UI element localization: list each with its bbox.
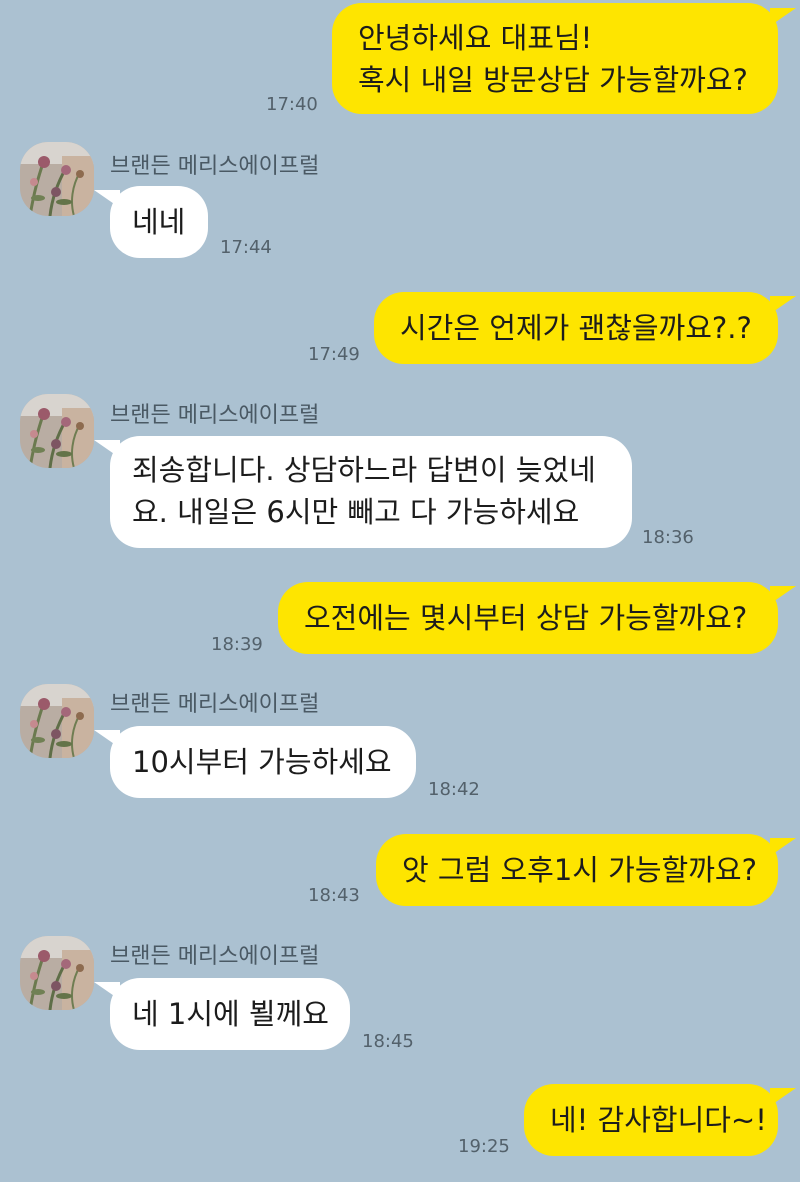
message-line: 요. 내일은 6시만 빼고 다 가능하세요 (132, 495, 580, 529)
contact-avatar[interactable] (20, 142, 94, 216)
bubble-tail (770, 296, 796, 314)
contact-avatar[interactable] (20, 684, 94, 758)
message-line: 시간은 언제가 괜찮을까요?.? (400, 311, 752, 345)
message-line: 안녕하세요 대표님! (358, 21, 593, 55)
flower-photo-avatar-icon (20, 394, 94, 468)
bubble-tail (94, 730, 120, 748)
sender-name: 브랜든 메리스에이프럴 (110, 944, 320, 969)
bubble-tail (770, 838, 796, 856)
message-bubble-sent[interactable]: 앗 그럼 오후1시 가능할까요? (376, 834, 778, 906)
flower-photo-avatar-icon (20, 684, 94, 758)
message-bubble-received[interactable]: 네 1시에 뵐께요 (110, 978, 350, 1050)
message-line: 10시부터 가능하세요 (132, 745, 392, 779)
message-timestamp: 18:39 (211, 634, 263, 655)
message-timestamp: 18:42 (428, 779, 480, 800)
message-line: 네 1시에 뵐께요 (132, 997, 329, 1031)
bubble-tail (94, 982, 120, 1000)
message-line: 네! 감사합니다~! (550, 1103, 767, 1137)
message-line: 오전에는 몇시부터 상담 가능할까요? (304, 601, 748, 635)
message-line: 네네 (132, 205, 186, 239)
message-bubble-sent[interactable]: 안녕하세요 대표님! 혹시 내일 방문상담 가능할까요? (332, 3, 778, 114)
message-bubble-received[interactable]: 10시부터 가능하세요 (110, 726, 416, 798)
message-bubble-received[interactable]: 죄송합니다. 상담하느라 답변이 늦었네 요. 내일은 6시만 빼고 다 가능하… (110, 436, 632, 548)
sender-name: 브랜든 메리스에이프럴 (110, 154, 320, 179)
flower-photo-avatar-icon (20, 936, 94, 1010)
sender-name: 브랜든 메리스에이프럴 (110, 692, 320, 717)
message-timestamp: 17:49 (308, 344, 360, 365)
bubble-tail (770, 1088, 796, 1106)
sender-name: 브랜든 메리스에이프럴 (110, 403, 320, 428)
message-bubble-received[interactable]: 네네 (110, 186, 208, 258)
contact-avatar[interactable] (20, 936, 94, 1010)
message-timestamp: 19:25 (458, 1136, 510, 1157)
message-line: 앗 그럼 오후1시 가능할까요? (402, 853, 757, 887)
message-bubble-sent[interactable]: 네! 감사합니다~! (524, 1084, 778, 1156)
message-bubble-sent[interactable]: 시간은 언제가 괜찮을까요?.? (374, 292, 778, 364)
message-timestamp: 18:43 (308, 885, 360, 906)
message-timestamp: 18:45 (362, 1031, 414, 1052)
message-timestamp: 17:44 (220, 237, 272, 258)
message-bubble-sent[interactable]: 오전에는 몇시부터 상담 가능할까요? (278, 582, 778, 654)
message-timestamp: 18:36 (642, 527, 694, 548)
message-line: 죄송합니다. 상담하느라 답변이 늦었네 (132, 453, 596, 487)
bubble-tail (770, 8, 796, 26)
message-line: 혹시 내일 방문상담 가능할까요? (358, 63, 748, 97)
bubble-tail (94, 190, 120, 208)
chat-message-list[interactable]: 안녕하세요 대표님! 혹시 내일 방문상담 가능할까요? 17:40 브랜든 메… (0, 0, 800, 1182)
contact-avatar[interactable] (20, 394, 94, 468)
bubble-tail (770, 586, 796, 604)
flower-photo-avatar-icon (20, 142, 94, 216)
bubble-tail (94, 440, 120, 458)
message-timestamp: 17:40 (266, 94, 318, 115)
